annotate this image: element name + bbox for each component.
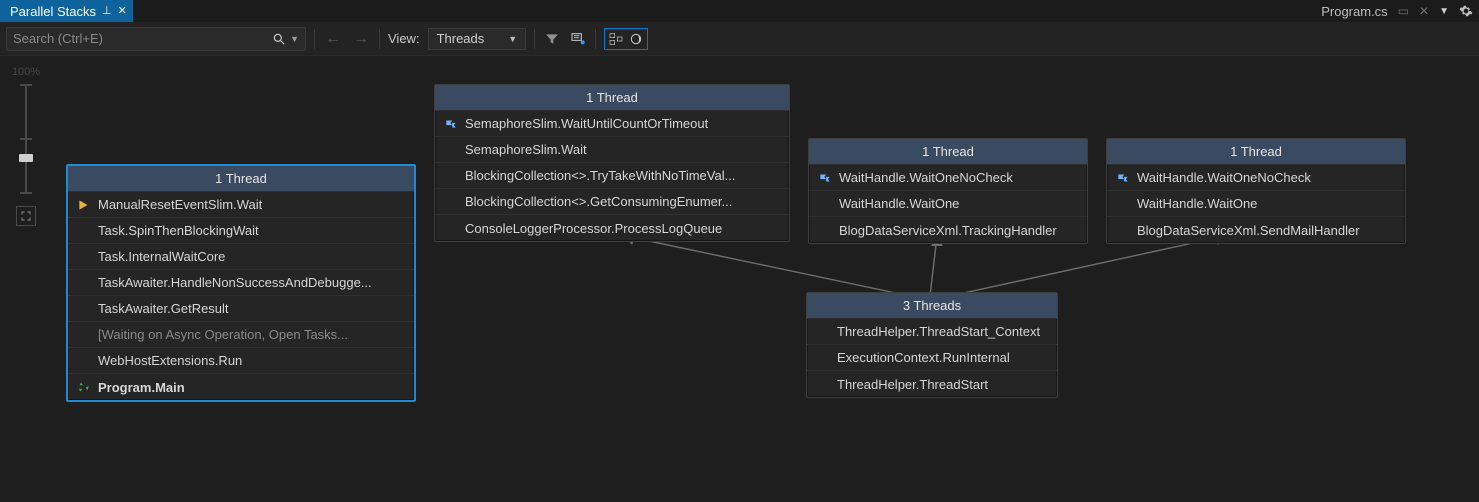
stack-frame-text: BlogDataServiceXml.SendMailHandler [1137, 223, 1360, 238]
zoom-track[interactable] [25, 84, 27, 194]
filter-icon[interactable] [543, 30, 561, 48]
stack-frame-row[interactable]: BlockingCollection<>.TryTakeWithNoTimeVa… [435, 163, 789, 189]
stack-node-logger[interactable]: 1 Thread SemaphoreSlim.WaitUntilCountOrT… [434, 84, 790, 242]
stack-frame-row[interactable]: Task.SpinThenBlockingWait [68, 218, 414, 244]
titlebar: Parallel Stacks ⊥ ✕ Program.cs ▭ ✕ ▼ [0, 0, 1479, 22]
stack-frame-text: SemaphoreSlim.WaitUntilCountOrTimeout [465, 116, 708, 131]
stack-frame-text: ThreadHelper.ThreadStart [837, 377, 988, 392]
chevron-down-icon: ▼ [508, 34, 517, 44]
flag-threads-icon[interactable] [569, 30, 587, 48]
stack-node-tracking[interactable]: 1 Thread WaitHandle.WaitOneNoCheck WaitH… [808, 138, 1088, 244]
parallel-stacks-canvas[interactable]: 100% 1 Thread ManualResetEventSlim.Wait … [0, 56, 1479, 502]
preview-icon: ▭ [1398, 4, 1409, 18]
stack-frame-text: BlockingCollection<>.GetConsumingEnumer.… [465, 194, 732, 209]
threads-icon [817, 171, 833, 185]
search-box[interactable]: ▼ [6, 27, 306, 51]
stack-frame-row[interactable]: BlogDataServiceXml.TrackingHandler [809, 217, 1087, 243]
tool-window-tab-parallel-stacks[interactable]: Parallel Stacks ⊥ ✕ [0, 0, 133, 22]
stack-node-header: 1 Thread [809, 139, 1087, 165]
stack-frame-row[interactable]: ExecutionContext.RunInternal [807, 345, 1057, 371]
stack-frame-row[interactable]: SemaphoreSlim.Wait [435, 137, 789, 163]
zoom-to-fit-button[interactable] [16, 206, 36, 226]
stack-frame-row[interactable]: WaitHandle.WaitOneNoCheck [809, 165, 1087, 191]
stack-frame-row[interactable]: Task.InternalWaitCore [68, 244, 414, 270]
stack-frame-row[interactable]: [Waiting on Async Operation, Open Tasks.… [68, 322, 414, 348]
stack-frame-text: Program.Main [98, 380, 185, 395]
stack-node-header: 1 Thread [68, 166, 414, 192]
stack-frame-text: WaitHandle.WaitOne [839, 196, 959, 211]
stack-frame-row[interactable]: ConsoleLoggerProcessor.ProcessLogQueue [435, 215, 789, 241]
view-combo-value: Threads [437, 31, 485, 46]
stack-frame-text: ManualResetEventSlim.Wait [98, 197, 262, 212]
stack-frame-text: [Waiting on Async Operation, Open Tasks.… [98, 327, 348, 342]
threads-icon [443, 117, 459, 131]
stack-node-header: 1 Thread [435, 85, 789, 111]
stack-frame-row[interactable]: WaitHandle.WaitOneNoCheck [1107, 165, 1405, 191]
view-combo[interactable]: Threads ▼ [428, 28, 527, 50]
file-name: Program.cs [1321, 4, 1387, 19]
stack-node-thread-start[interactable]: 3 Threads ThreadHelper.ThreadStart_Conte… [806, 292, 1058, 398]
toggle-method-view-icon[interactable] [607, 30, 625, 48]
stack-frame-text: WaitHandle.WaitOneNoCheck [1137, 170, 1311, 185]
stack-frame-text: ThreadHelper.ThreadStart_Context [837, 324, 1040, 339]
stack-frame-text: Task.SpinThenBlockingWait [98, 223, 259, 238]
stack-frame-text: BlockingCollection<>.TryTakeWithNoTimeVa… [465, 168, 735, 183]
stack-frame-row[interactable]: WebHostExtensions.Run [68, 348, 414, 374]
stack-frame-row[interactable]: WaitHandle.WaitOne [1107, 191, 1405, 217]
stack-frame-row[interactable]: ThreadHelper.ThreadStart_Context [807, 319, 1057, 345]
stack-frame-text: ExecutionContext.RunInternal [837, 350, 1010, 365]
nav-forward-button[interactable]: → [351, 30, 371, 48]
stack-frame-text: TaskAwaiter.GetResult [98, 301, 229, 316]
stack-frame-row[interactable]: BlockingCollection<>.GetConsumingEnumer.… [435, 189, 789, 215]
threads-icon [1115, 171, 1131, 185]
gear-icon[interactable] [1459, 4, 1473, 18]
stack-frame-text: BlogDataServiceXml.TrackingHandler [839, 223, 1057, 238]
search-input[interactable] [13, 31, 272, 46]
chevron-down-icon[interactable]: ▼ [1439, 6, 1449, 17]
stack-frame-row[interactable]: ManualResetEventSlim.Wait [68, 192, 414, 218]
file-close-icon[interactable]: ✕ [1419, 4, 1429, 18]
auto-scroll-icon[interactable] [627, 30, 645, 48]
view-label: View: [388, 31, 420, 46]
zoom-thumb[interactable] [19, 154, 33, 162]
stack-frame-row[interactable]: WaitHandle.WaitOne [809, 191, 1087, 217]
stack-frame-row[interactable]: SemaphoreSlim.WaitUntilCountOrTimeout [435, 111, 789, 137]
stack-node-header: 1 Thread [1107, 139, 1405, 165]
toolbar: ▼ ← → View: Threads ▼ [0, 22, 1479, 56]
zoom-percent-label: 100% [12, 66, 40, 78]
stack-frame-row[interactable]: TaskAwaiter.GetResult [68, 296, 414, 322]
separator [314, 29, 315, 49]
current-frame-arrow-icon [76, 198, 92, 212]
stack-frame-text: WaitHandle.WaitOneNoCheck [839, 170, 1013, 185]
search-options-chevron-icon[interactable]: ▼ [286, 34, 299, 44]
stack-frame-text: TaskAwaiter.HandleNonSuccessAndDebugge..… [98, 275, 372, 290]
zoom-slider[interactable]: 100% [16, 66, 36, 226]
stack-node-header: 3 Threads [807, 293, 1057, 319]
separator [379, 29, 380, 49]
pin-icon[interactable]: ⊥ [102, 6, 112, 17]
active-document-label: Program.cs ▭ ✕ ▼ [1315, 0, 1479, 22]
recycle-icon [76, 380, 92, 394]
stack-node-main-thread[interactable]: 1 Thread ManualResetEventSlim.Wait Task.… [66, 164, 416, 402]
nav-back-button[interactable]: ← [323, 30, 343, 48]
stack-frame-row[interactable]: TaskAwaiter.HandleNonSuccessAndDebugge..… [68, 270, 414, 296]
stack-frame-text: WaitHandle.WaitOne [1137, 196, 1257, 211]
close-icon[interactable]: ✕ [118, 6, 127, 17]
stack-frame-row[interactable]: Program.Main [68, 374, 414, 400]
separator [595, 29, 596, 49]
stack-frame-row[interactable]: ThreadHelper.ThreadStart [807, 371, 1057, 397]
stack-node-sendmail[interactable]: 1 Thread WaitHandle.WaitOneNoCheck WaitH… [1106, 138, 1406, 244]
toggle-buttons-group [604, 28, 648, 50]
stack-frame-row[interactable]: BlogDataServiceXml.SendMailHandler [1107, 217, 1405, 243]
stack-frame-text: Task.InternalWaitCore [98, 249, 225, 264]
stack-frame-text: WebHostExtensions.Run [98, 353, 242, 368]
tab-label: Parallel Stacks [10, 4, 96, 19]
stack-frame-text: ConsoleLoggerProcessor.ProcessLogQueue [465, 221, 722, 236]
search-icon [272, 32, 286, 46]
separator [534, 29, 535, 49]
stack-frame-text: SemaphoreSlim.Wait [465, 142, 587, 157]
